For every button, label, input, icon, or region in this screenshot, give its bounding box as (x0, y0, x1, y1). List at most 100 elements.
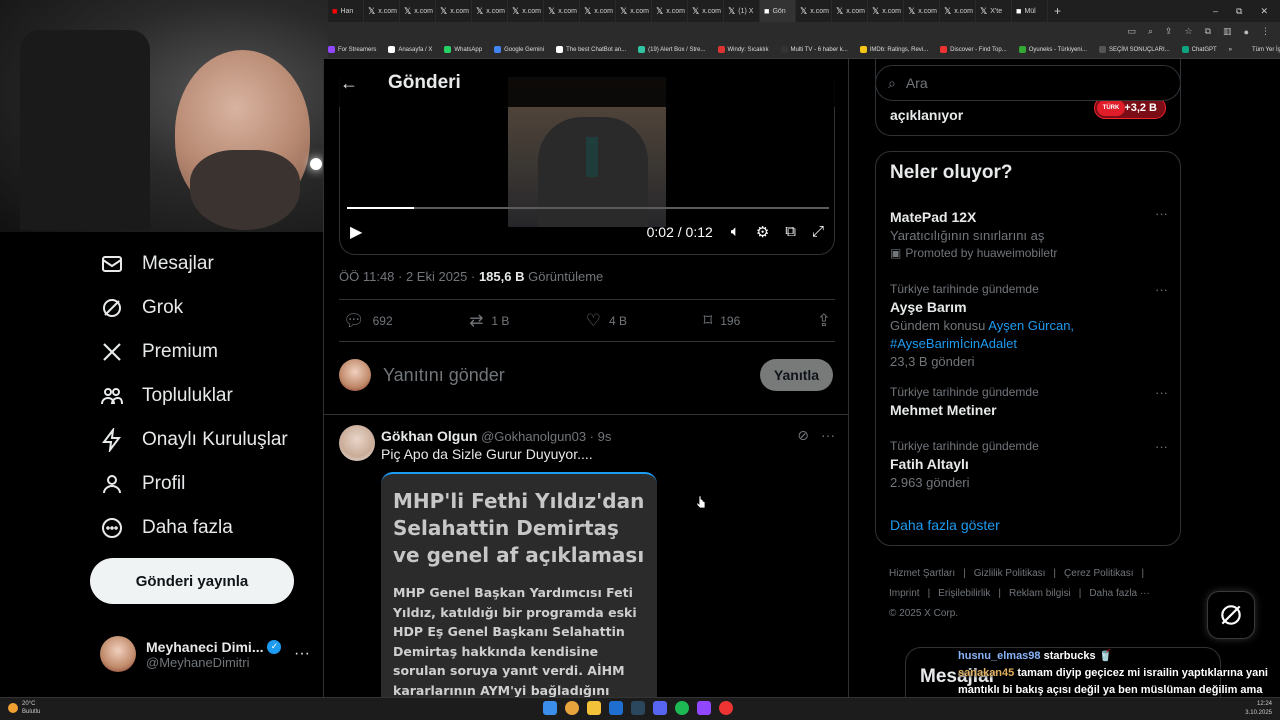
system-clock[interactable]: 12:24 3.10.2025 (1245, 700, 1272, 718)
bookmark-item[interactable]: Multi TV - 6 haber k... (780, 46, 848, 53)
bookmark-item[interactable]: Windy: Sıcaklık (717, 46, 769, 53)
browser-tab[interactable]: 𝕏x.com (616, 0, 652, 22)
bookmark-item[interactable]: WhatsApp (444, 46, 482, 53)
bookmark-item[interactable]: IMDb: Ratings, Revi... (859, 46, 928, 53)
browser-tab[interactable]: 𝕏x.com (364, 0, 400, 22)
all-bookmarks[interactable]: Tüm Yer İşaretleri (1252, 47, 1280, 53)
repost-action[interactable]: ⇄ 1 B (469, 311, 509, 331)
bookmark-item[interactable]: (19) Alert Box / Stre... (638, 46, 706, 53)
share-action[interactable]: ⇪ (817, 311, 831, 331)
browser-tab[interactable]: 𝕏x.com (796, 0, 832, 22)
profile-icon[interactable]: ● (1244, 27, 1249, 37)
nav-item-profile[interactable]: Profil (100, 472, 185, 496)
browser-tab[interactable]: 𝕏x.com (400, 0, 436, 22)
more-icon[interactable]: ··· (1155, 282, 1168, 297)
browser-tab[interactable]: 𝕏x.com (544, 0, 580, 22)
post-timestamp[interactable]: ÖÖ 11:48 · 2 Eki 2025 · (339, 269, 479, 284)
bookmark-item[interactable]: Anasayfa / X (388, 46, 432, 53)
steam-icon[interactable] (631, 701, 645, 715)
grok-icon[interactable]: ⊘ (797, 427, 809, 444)
browser-tab[interactable]: 𝕏x.com (832, 0, 868, 22)
settings-gear-icon[interactable]: ⚙ (756, 223, 769, 241)
store-icon[interactable] (609, 701, 623, 715)
discord-icon[interactable] (653, 701, 667, 715)
footer-link[interactable]: Çerez Politikası (1064, 568, 1133, 579)
reply-action[interactable]: 💬︎ 692 (343, 311, 393, 331)
nav-item-messages[interactable]: Mesajlar (100, 252, 214, 276)
twitch-icon[interactable] (697, 701, 711, 715)
nav-item-verified-orgs[interactable]: Onaylı Kuruluşlar (100, 428, 288, 452)
trend-item[interactable]: Türkiye tarihinde gündemde Ayşe Barım Gü… (890, 282, 1168, 369)
search-input[interactable]: ⌕ Ara (875, 65, 1181, 101)
extensions-icon[interactable]: ⧉ (1205, 26, 1211, 37)
bookmark-item[interactable]: Oyuneks - Türkiyeni... (1018, 46, 1087, 53)
cast-icon[interactable]: ▭ (1127, 26, 1136, 37)
tweet-author-handle[interactable]: @Gokhanolgun03 · 9s (481, 429, 611, 444)
browser-tab[interactable]: ■ Gön (760, 0, 796, 22)
picture-in-picture-icon[interactable]: ⧉ (785, 223, 796, 241)
back-arrow-icon[interactable]: ← (340, 73, 358, 94)
browser-tab[interactable]: 𝕏x.com (904, 0, 940, 22)
browser-tab[interactable]: 𝕏x.com (652, 0, 688, 22)
bookmark-item[interactable]: For Streamers (328, 46, 376, 53)
share-icon[interactable]: ⇪ (1165, 26, 1173, 37)
nav-item-more[interactable]: Daha fazla (100, 516, 233, 540)
trend-link[interactable]: Ayşen Gürcan, (988, 318, 1074, 333)
footer-link[interactable]: Imprint (889, 588, 920, 599)
bookmark-action[interactable]: ⌑ 196 (704, 311, 741, 331)
post-button[interactable]: Gönderi yayınla (90, 558, 294, 604)
more-icon[interactable]: ··· (1155, 385, 1168, 400)
new-tab-button[interactable]: + (1048, 4, 1067, 18)
footer-link[interactable]: Erişilebilirlik (938, 588, 990, 599)
browser-tab[interactable]: 𝕏 (1) X (724, 0, 760, 22)
browser-tab[interactable]: 𝕏x.com (580, 0, 616, 22)
restore-icon[interactable]: ⧉ (1236, 6, 1242, 17)
trend-hashtag[interactable]: #AyseBarimİcinAdalet (890, 336, 1168, 351)
footer-link[interactable]: Hizmet Şartları (889, 568, 955, 579)
spotify-icon[interactable] (675, 701, 689, 715)
footer-link[interactable]: Gizlilik Politikası (974, 568, 1046, 579)
show-more-link[interactable]: Daha fazla göster (890, 517, 1000, 533)
windows-start-icon[interactable] (543, 701, 557, 715)
footer-link[interactable]: Daha fazla ··· (1089, 588, 1150, 599)
avatar[interactable] (339, 425, 375, 461)
menu-icon[interactable]: ⋮ (1261, 26, 1270, 37)
video-progress-bar[interactable] (347, 207, 829, 209)
browser-tab[interactable]: 𝕏x.com (868, 0, 904, 22)
bookmark-star-icon[interactable]: ☆ (1185, 26, 1193, 37)
nav-item-premium[interactable]: Premium (100, 340, 218, 364)
weather-widget[interactable]: 20°C Bulutlu (8, 700, 40, 716)
volume-icon[interactable]: 🔈︎ (731, 223, 740, 241)
bookmark-item[interactable]: SEÇİM SONUÇLARI... (1098, 46, 1170, 53)
bookmark-item[interactable]: The best ChatBot an... (556, 46, 626, 53)
obs-icon[interactable] (719, 701, 733, 715)
reply-input[interactable]: Yanıtını gönder (383, 365, 505, 386)
fullscreen-icon[interactable]: ⤢ (812, 223, 824, 241)
footer-link[interactable]: Reklam bilgisi (1009, 588, 1071, 599)
trend-item[interactable]: MatePad 12X Yaratıcılığının sınırlarını … (890, 206, 1168, 260)
trend-item[interactable]: Türkiye tarihinde gündemde Fatih Altaylı… (890, 439, 1168, 490)
nav-item-grok[interactable]: Grok (100, 296, 183, 320)
reply-button[interactable]: Yanıtla (760, 359, 833, 391)
trend-item[interactable]: Türkiye tarihinde gündemde Mehmet Metine… (890, 385, 1168, 418)
more-icon[interactable]: ··· (1155, 439, 1168, 454)
browser-tab[interactable]: ■ Mül (1012, 0, 1048, 22)
more-icon[interactable]: ··· (821, 427, 835, 444)
bookmark-item[interactable]: Discover - Find Top... (940, 46, 1007, 53)
zoom-icon[interactable]: ⌕ (1148, 26, 1153, 37)
like-action[interactable]: ♡ 4 B (586, 311, 627, 331)
account-switcher[interactable]: Meyhaneci Dimi... ✓ @MeyhaneDimitri ··· (100, 636, 310, 672)
browser-tab[interactable]: ■ Han (328, 0, 364, 22)
bookmarks-overflow[interactable]: » (1229, 47, 1240, 53)
play-icon[interactable]: ▶ (350, 222, 362, 242)
browser-tab[interactable]: 𝕏 X'te (976, 0, 1012, 22)
browser-tab[interactable]: 𝕏x.com (508, 0, 544, 22)
bookmark-item[interactable]: ChatGPT (1181, 46, 1217, 53)
browser-tab[interactable]: 𝕏x.com (940, 0, 976, 22)
close-icon[interactable]: ✕ (1260, 6, 1268, 17)
minimize-icon[interactable]: – (1213, 6, 1218, 16)
browser-tab[interactable]: 𝕏x.com (688, 0, 724, 22)
browser-tab[interactable]: 𝕏x.com (436, 0, 472, 22)
chrome-icon[interactable] (565, 701, 579, 715)
sidebar-icon[interactable]: ▥ (1223, 26, 1232, 37)
